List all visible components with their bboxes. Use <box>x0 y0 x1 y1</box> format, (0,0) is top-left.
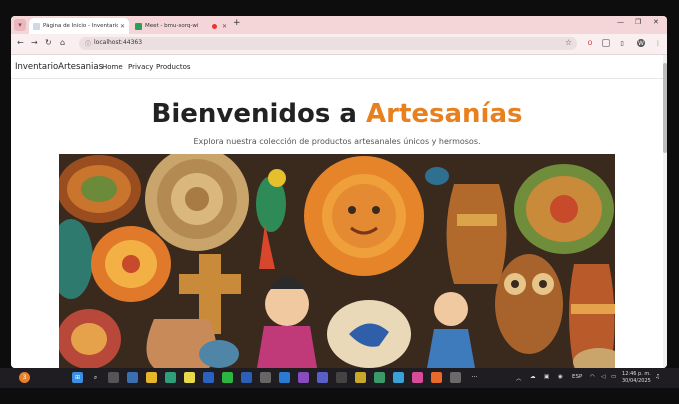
search-icon[interactable]: ⌕ <box>90 372 101 383</box>
outlook-icon[interactable] <box>203 372 214 383</box>
app-icon[interactable] <box>374 372 385 383</box>
site-info-icon[interactable]: ⓘ <box>85 39 91 48</box>
notification-count: 3 <box>22 374 27 381</box>
web-page: InventarioArtesanias Home Privacy Produc… <box>11 55 663 368</box>
tab-strip: ▾ Página de Inicio - InventarioAr ✕ Meet… <box>11 16 667 34</box>
whatsapp-icon[interactable] <box>222 372 233 383</box>
site-navbar: InventarioArtesanias Home Privacy Produc… <box>11 55 663 79</box>
language-indicator[interactable]: ESP <box>572 374 582 380</box>
chevron-up-icon[interactable]: ︿ <box>516 374 522 382</box>
opera-extension-icon[interactable]: O <box>586 39 594 47</box>
app-icon[interactable] <box>260 372 271 383</box>
recording-icon <box>211 23 217 29</box>
address-bar[interactable]: ⓘ localhost:44363 ☆ <box>79 37 577 50</box>
hero-title-prefix: Bienvenidos a <box>151 99 366 129</box>
close-window-icon[interactable]: ✕ <box>653 18 659 26</box>
new-tab-icon[interactable]: + <box>233 18 241 28</box>
forward-icon[interactable]: → <box>31 38 38 47</box>
extension-icon[interactable] <box>602 39 610 47</box>
app-tray-icon[interactable]: ◉ <box>558 374 563 380</box>
cloud-icon[interactable]: ☁ <box>530 374 536 380</box>
clock[interactable]: 12:46 p. m. 30/04/2025 <box>622 371 651 385</box>
battery-icon[interactable]: ▭ <box>611 374 616 380</box>
tab-meet[interactable]: Meet - bmu-sorq-wi ✕ <box>131 18 231 34</box>
wifi-icon[interactable]: ◠ <box>590 374 595 380</box>
nav-productos[interactable]: Productos <box>156 63 191 71</box>
app-icon[interactable] <box>431 372 442 383</box>
nav-home[interactable]: Home <box>102 63 123 71</box>
tab-inicio[interactable]: Página de Inicio - InventarioAr ✕ <box>29 18 129 34</box>
nav-privacy[interactable]: Privacy <box>128 63 153 71</box>
word-icon[interactable] <box>241 372 252 383</box>
home-icon[interactable]: ⌂ <box>60 38 65 47</box>
teams-icon[interactable] <box>317 372 328 383</box>
address-text: localhost:44363 <box>94 39 143 46</box>
browser-window: ▾ Página de Inicio - InventarioAr ✕ Meet… <box>11 16 667 368</box>
visual-studio-icon[interactable] <box>298 372 309 383</box>
close-icon[interactable]: ✕ <box>120 23 125 30</box>
file-explorer-icon[interactable] <box>146 372 157 383</box>
app-icon[interactable] <box>412 372 423 383</box>
tab-title: Meet - bmu-sorq-wi <box>145 23 199 29</box>
profile-avatar[interactable]: W <box>637 39 645 47</box>
vscode-icon[interactable] <box>279 372 290 383</box>
sidebar-icon[interactable]: ▯ <box>618 39 626 47</box>
chrome-icon[interactable] <box>184 372 195 383</box>
start-icon[interactable]: ⊞ <box>72 372 83 383</box>
hero-title: Bienvenidos a Artesanías <box>11 99 663 129</box>
clock-time: 12:46 p. m. <box>622 371 651 377</box>
close-icon[interactable]: ✕ <box>222 23 227 30</box>
menu-icon[interactable]: ⋮ <box>654 39 662 47</box>
page-icon <box>33 22 40 30</box>
maximize-icon[interactable]: ❐ <box>635 18 641 26</box>
more-icon[interactable]: ··· <box>469 372 480 383</box>
app-icon[interactable] <box>127 372 138 383</box>
clock-date: 30/04/2025 <box>622 378 651 384</box>
reload-icon[interactable]: ↻ <box>45 38 52 47</box>
back-icon[interactable]: ← <box>17 38 24 47</box>
hero-title-accent: Artesanías <box>366 99 523 129</box>
windows-taskbar: 3 ⊞ ⌕ ··· ︿ ☁ ▣ ◉ ESP ◠ ◁ ▭ 12:46 p. m. … <box>0 368 679 388</box>
page-scrollbar[interactable] <box>663 55 667 368</box>
minimize-icon[interactable]: — <box>617 18 624 26</box>
bookmark-star-icon[interactable]: ☆ <box>565 38 572 47</box>
app-tray-icon[interactable]: ▣ <box>544 374 549 380</box>
notification-bell-icon[interactable]: ♫ <box>655 374 660 380</box>
tab-search-icon[interactable]: ▾ <box>14 19 26 31</box>
volume-icon[interactable]: ◁ <box>601 374 605 380</box>
app-icon[interactable] <box>450 372 461 383</box>
app-icon[interactable] <box>355 372 366 383</box>
site-brand[interactable]: InventarioArtesanias <box>15 62 103 72</box>
edge-icon[interactable] <box>165 372 176 383</box>
browser-toolbar: ← → ↻ ⌂ ⓘ localhost:44363 ☆ O ▯ W ⋮ <box>11 34 667 55</box>
app-icon[interactable] <box>393 372 404 383</box>
hero-subtitle: Explora nuestra colección de productos a… <box>193 137 481 146</box>
meet-icon <box>135 22 142 30</box>
task-view-icon[interactable] <box>108 372 119 383</box>
tab-title: Página de Inicio - InventarioAr <box>43 23 118 29</box>
notification-badge[interactable]: 3 <box>19 372 30 383</box>
scrollbar-thumb[interactable] <box>663 63 667 153</box>
app-icon[interactable] <box>336 372 347 383</box>
crafts-hero-image <box>59 154 615 368</box>
